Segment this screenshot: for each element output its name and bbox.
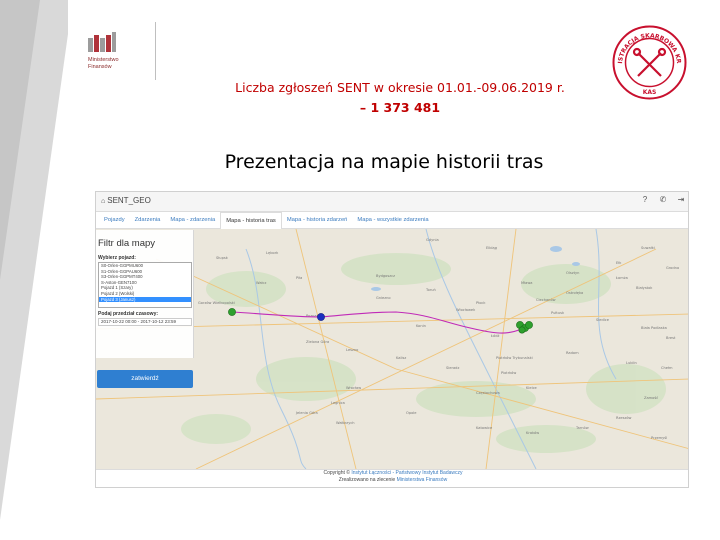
tab-map-event-history[interactable]: Mapa - historia zdarzeń (282, 212, 353, 229)
map-place-label: Jelenia Góra (295, 411, 318, 415)
map-place-label: Ciechanów (536, 298, 556, 302)
footer-copyright: Copyright © Instytut Łączności - Państwo… (96, 470, 688, 477)
map-filter-panel: Filtr dla mapy Wybierz pojazd: S0-Orlen-… (96, 230, 194, 388)
map-place-label: Łódź (490, 334, 499, 338)
map-place-label: Biała Podlaska (641, 326, 667, 330)
app-topbar: ⌂ SENT_GEO ? ✆ ⇥ (96, 192, 688, 212)
map-place-label: Piła (296, 276, 302, 280)
map-place-label: Lublin (626, 361, 637, 365)
map-place-label: Płock (476, 301, 486, 305)
map-place-label: Przemyśl (651, 436, 667, 440)
route-position-marker[interactable] (317, 313, 325, 321)
phone-icon[interactable]: ✆ (658, 195, 668, 204)
map-place-label: Siedlce (596, 318, 610, 322)
map-place-label: Toruń (425, 288, 436, 292)
left-decorative-stripe (0, 0, 68, 540)
map-place-label: Chełm (661, 366, 673, 370)
tab-map-events[interactable]: Mapa - zdarzenia (165, 212, 220, 229)
sent-geo-app: ⌂ SENT_GEO ? ✆ ⇥ Pojazdy Zdarzenia Mapa -… (95, 191, 689, 488)
topbar-icons: ? ✆ ⇥ (640, 195, 686, 204)
ministry-name-line2: Finansów (88, 63, 112, 70)
filter-title: Filtr dla mapy (98, 238, 156, 249)
vehicle-select-label: Wybierz pojazd: (98, 255, 136, 261)
footer-ordered-by: Zrealizowano na zlecenie Ministerstwa Fi… (96, 477, 688, 484)
map-place-label: Tarnów (575, 426, 589, 430)
map-place-label: Elbląg (486, 246, 497, 250)
home-icon: ⌂ (101, 198, 106, 205)
map-place-label: Zielona Góra (306, 340, 329, 344)
ministry-name: Ministerstwo Finansów (88, 57, 119, 70)
map-place-label: Legnica (331, 401, 345, 405)
ministry-logo: Ministerstwo Finansów (88, 30, 158, 80)
map-place-label: Bydgoszcz (376, 274, 395, 278)
footer-institute-link[interactable]: Instytut Łączności - Państwowy Instytut … (351, 470, 462, 476)
route-end-marker[interactable] (518, 326, 526, 334)
route-end-marker[interactable] (525, 321, 533, 329)
map-place-label: Kraków (526, 431, 539, 435)
map-place-label: Kalisz (396, 356, 406, 360)
time-range-input[interactable]: 2017-10-22 00:00 - 2017-10-12 23:59 (98, 318, 192, 326)
app-tabs: Pojazdy Zdarzenia Mapa - zdarzenia Mapa … (96, 212, 688, 229)
app-title-text: SENT_GEO (107, 196, 151, 205)
map-place-label: Włocławek (456, 308, 476, 312)
route-start-marker[interactable] (228, 308, 236, 316)
map-place-label: Leszno (346, 348, 358, 352)
map-place-label: Rzeszów (616, 416, 632, 420)
map-place-label: Suwałki (641, 246, 655, 250)
map-place-label: Kielce (526, 386, 538, 390)
tab-events[interactable]: Zdarzenia (130, 212, 166, 229)
confirm-button[interactable]: zatwierdź (97, 370, 193, 388)
map-place-label: Ostrołęka (566, 291, 583, 295)
ministry-name-line1: Ministerstwo (88, 57, 119, 63)
app-footer: Copyright © Instytut Łączności - Państwo… (96, 469, 688, 487)
map-place-label: Gdynia (426, 238, 439, 242)
header-line-2: – 1 373 481 (359, 100, 441, 115)
map-place-label: Zamość (644, 396, 658, 400)
map-place-label: Piotrków Trybunalski (496, 356, 533, 360)
map-place-label: Olsztyn (566, 271, 579, 275)
logo-divider (155, 22, 156, 80)
header-line-1: Liczba zgłoszeń SENT w okresie 01.01.-09… (235, 80, 565, 95)
map-place-label: Opole (406, 411, 417, 415)
mf-logo-icon (88, 32, 116, 52)
time-range-label: Podaj przedział czasowy: (98, 311, 159, 317)
map-place-label: Katowice (476, 426, 493, 430)
map-place-label: Radom (566, 351, 579, 355)
tab-map-all-events[interactable]: Mapa - wszystkie zdarzenia (352, 212, 433, 229)
slide-title: Prezentacja na mapie historii tras (224, 151, 544, 173)
map-place-label: Konin (416, 324, 426, 328)
tab-vehicles[interactable]: Pojazdy (99, 212, 130, 229)
map-place-label: Częstochowa (476, 391, 500, 395)
map-place-label: Słupsk (216, 256, 229, 260)
footer-copyright-prefix: Copyright © (323, 470, 352, 476)
map-place-label: Sieradz (446, 366, 459, 370)
map-place-label: Łomża (615, 276, 628, 280)
map-place-label: Mława (521, 281, 532, 285)
map-place-label: Wałcz (256, 281, 267, 285)
map-place-label: Ełk (616, 261, 622, 265)
map-place-label: Piotrków (501, 371, 516, 375)
map-place-label: Pułtusk (551, 311, 565, 315)
vehicle-option-selected[interactable]: Pojazd 3 (Janusz) (99, 296, 191, 303)
map-place-label: Wałbrzych (336, 421, 355, 425)
map-place-label: Gorzów Wielkopolski (198, 301, 235, 305)
footer-ministry-link[interactable]: Ministerstwa Finansów (397, 477, 448, 483)
map-place-label: Białystok (636, 286, 653, 290)
tab-map-route-history[interactable]: Mapa - historia tras (220, 212, 282, 229)
map-place-label: Gniezno (376, 296, 391, 300)
map-place-label: Wrocław (346, 386, 361, 390)
help-icon[interactable]: ? (640, 195, 650, 204)
map-place-label: Grodno (666, 266, 679, 270)
logout-icon[interactable]: ⇥ (676, 195, 686, 204)
map-place-label: Brest (666, 336, 676, 340)
app-title[interactable]: ⌂ SENT_GEO (101, 196, 151, 205)
map-place-label: Lębork (266, 251, 279, 255)
vehicle-select-list[interactable]: S0-Orlen-GGPMU600 S1-Orlen-GGPAU600 S3-O… (98, 262, 192, 308)
footer-ordered-prefix: Zrealizowano na zlecenie (338, 477, 397, 483)
